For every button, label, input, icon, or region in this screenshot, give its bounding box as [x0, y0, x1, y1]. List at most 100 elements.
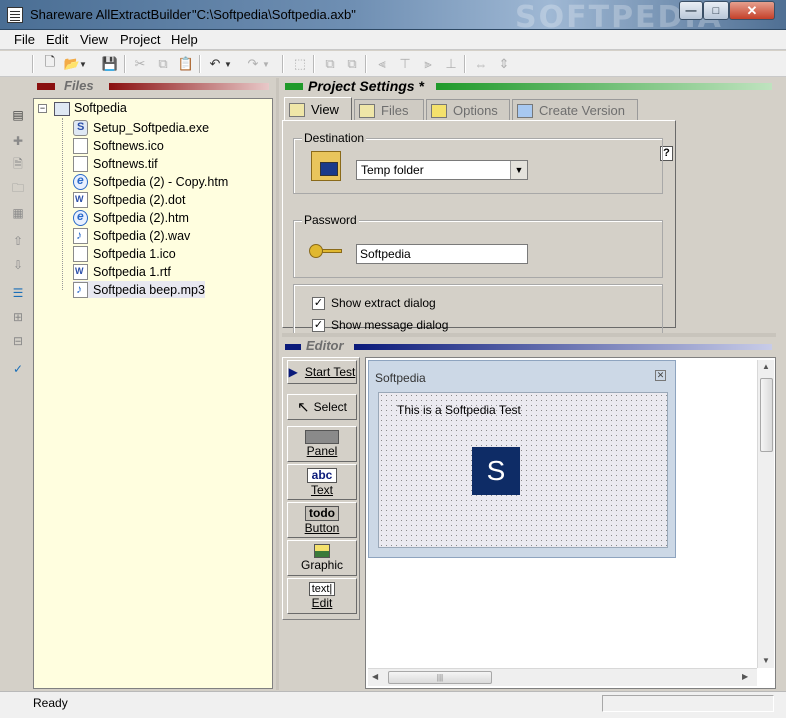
tree-item-label: Softnews.ico: [93, 138, 164, 153]
editor-title: Editor: [306, 338, 344, 353]
tree-item[interactable]: Softpedia (2) - Copy.htm: [73, 173, 228, 190]
show-message-dialog-label: Show message dialog: [331, 318, 449, 332]
tab-files[interactable]: Files: [354, 99, 424, 121]
scroll-up-icon[interactable]: ▲: [762, 362, 770, 371]
copy-icon[interactable]: ⧉: [153, 54, 173, 74]
menu-edit[interactable]: Edit: [46, 32, 68, 47]
scroll-left-icon[interactable]: ◀: [372, 672, 378, 681]
show-message-dialog-checkbox[interactable]: ✓ Show message dialog: [312, 318, 448, 332]
text-preview-icon: abc: [306, 467, 338, 483]
align-right-icon[interactable]: ⫸: [418, 54, 438, 74]
tree-item[interactable]: Softnews.ico: [73, 137, 164, 154]
files-panel-header: Files: [33, 78, 273, 96]
menu-file[interactable]: File: [14, 32, 35, 47]
maximize-button[interactable]: □: [703, 1, 729, 20]
align-bottom-icon[interactable]: ⊥: [441, 54, 461, 74]
tree-item[interactable]: Softpedia (2).wav: [73, 227, 190, 244]
tree-item[interactable]: Softpedia 1.rtf: [73, 263, 171, 280]
list-view-icon[interactable]: ☰: [9, 284, 27, 302]
show-extract-dialog-checkbox[interactable]: ✓ Show extract dialog: [312, 296, 436, 310]
tab-create-version[interactable]: Create Version: [512, 99, 638, 121]
files-view-icon[interactable]: ▤: [9, 106, 27, 124]
vertical-scroll-thumb[interactable]: [760, 378, 773, 452]
menu-project[interactable]: Project: [120, 32, 160, 47]
button-tool-button[interactable]: todo Button: [287, 502, 357, 538]
open-dropdown-icon[interactable]: ▼: [78, 54, 88, 74]
tree-item-selected[interactable]: Softpedia beep.mp3: [73, 281, 205, 298]
vertical-splitter[interactable]: [276, 78, 279, 690]
vertical-scrollbar[interactable]: ▲ ▼: [757, 360, 774, 668]
close-icon[interactable]: ✕: [655, 370, 666, 381]
play-icon: ▶: [288, 365, 298, 379]
move-up-icon[interactable]: ⇧: [9, 232, 27, 250]
tree-collapse-toggle[interactable]: −: [38, 104, 47, 113]
add-file-icon[interactable]: ✚: [9, 132, 27, 150]
horizontal-scrollbar[interactable]: ◀ ||| ▶: [368, 668, 757, 686]
edit-tool-button[interactable]: text| Edit: [287, 578, 357, 614]
horizontal-splitter[interactable]: [282, 333, 776, 337]
tree-collapse-icon[interactable]: ⊟: [9, 332, 27, 350]
same-width-icon[interactable]: ⇔: [471, 54, 491, 74]
select-all-icon[interactable]: ⬚: [290, 54, 310, 74]
panel-tool-button[interactable]: Panel: [287, 426, 357, 462]
tab-view[interactable]: View: [284, 97, 352, 121]
cut-icon[interactable]: ✂: [130, 54, 150, 74]
checkbox-checked-icon[interactable]: ✓: [312, 296, 325, 310]
preview-form-client[interactable]: This is a Softpedia Test S: [378, 392, 668, 548]
send-backward-icon[interactable]: ⧉: [342, 54, 362, 74]
add-folder-icon[interactable]: 🗀: [9, 180, 27, 198]
checkbox-checked-icon[interactable]: ✓: [312, 318, 325, 332]
tree-item[interactable]: Softnews.tif: [73, 155, 158, 172]
tree-item[interactable]: Setup_Softpedia.exe: [73, 119, 209, 136]
redo-dropdown-icon[interactable]: ▼: [261, 54, 271, 74]
word-file-icon: [73, 191, 88, 208]
softpedia-logo-graphic[interactable]: S: [472, 447, 520, 495]
destination-dropdown[interactable]: Temp folder ▼: [356, 160, 528, 180]
align-top-icon[interactable]: ⊤: [395, 54, 415, 74]
check-tree-icon[interactable]: ✓: [9, 360, 27, 378]
status-text: Ready: [33, 696, 68, 710]
menu-view[interactable]: View: [80, 32, 108, 47]
header-bar-left: [285, 344, 301, 350]
undo-icon[interactable]: ↶: [205, 54, 225, 74]
horizontal-scroll-thumb[interactable]: |||: [388, 671, 492, 684]
redo-icon[interactable]: ↷: [243, 54, 263, 74]
tree-root-label[interactable]: Softpedia: [74, 101, 127, 115]
app-icon[interactable]: [7, 7, 23, 23]
undo-dropdown-icon[interactable]: ▼: [223, 54, 233, 74]
tab-options[interactable]: Options: [426, 99, 510, 121]
tree-expand-icon[interactable]: ⊞: [9, 308, 27, 326]
select-tool-button[interactable]: ↖ Select: [287, 394, 357, 420]
paste-icon[interactable]: 📋: [176, 54, 196, 74]
chevron-down-icon[interactable]: ▼: [510, 161, 527, 179]
close-button[interactable]: ✕: [729, 1, 775, 20]
editor-canvas[interactable]: Softpedia ✕ This is a Softpedia Test S ▲…: [365, 357, 776, 689]
tree-item-label: Softpedia beep.mp3: [93, 282, 205, 297]
menu-bar: File Edit View Project Help: [0, 30, 786, 50]
tree-item[interactable]: Softpedia 1.ico: [73, 245, 176, 262]
minimize-button[interactable]: —: [679, 1, 703, 20]
add-document-icon[interactable]: 🗎: [9, 156, 27, 174]
file-icon: [73, 245, 88, 262]
new-file-icon[interactable]: 🗋: [40, 54, 60, 74]
view-tab-icon: [289, 102, 305, 117]
preview-text-label[interactable]: This is a Softpedia Test: [397, 403, 521, 417]
align-left-icon[interactable]: ⫷: [372, 54, 392, 74]
properties-icon[interactable]: ▦: [9, 204, 27, 222]
tree-item[interactable]: Softpedia (2).htm: [73, 209, 189, 226]
move-down-icon[interactable]: ⇩: [9, 256, 27, 274]
bring-forward-icon[interactable]: ⧉: [320, 54, 340, 74]
text-tool-button[interactable]: abc Text: [287, 464, 357, 500]
scroll-right-icon[interactable]: ▶: [742, 672, 748, 681]
preview-form[interactable]: Softpedia ✕ This is a Softpedia Test S: [368, 360, 676, 558]
same-height-icon[interactable]: ⇕: [494, 54, 514, 74]
monitor-icon: [320, 162, 338, 176]
start-test-button[interactable]: ▶ Start Test: [287, 360, 357, 384]
password-input[interactable]: Softpedia: [356, 244, 528, 264]
left-toolbar: ▤ ✚ 🗎 🗀 ▦ ⇧ ⇩ ☰ ⊞ ⊟ ✓: [5, 98, 29, 388]
scroll-down-icon[interactable]: ▼: [762, 656, 770, 665]
menu-help[interactable]: Help: [171, 32, 198, 47]
tree-item[interactable]: Softpedia (2).dot: [73, 191, 185, 208]
save-icon[interactable]: 💾: [100, 54, 120, 74]
graphic-tool-button[interactable]: Graphic: [287, 540, 357, 576]
